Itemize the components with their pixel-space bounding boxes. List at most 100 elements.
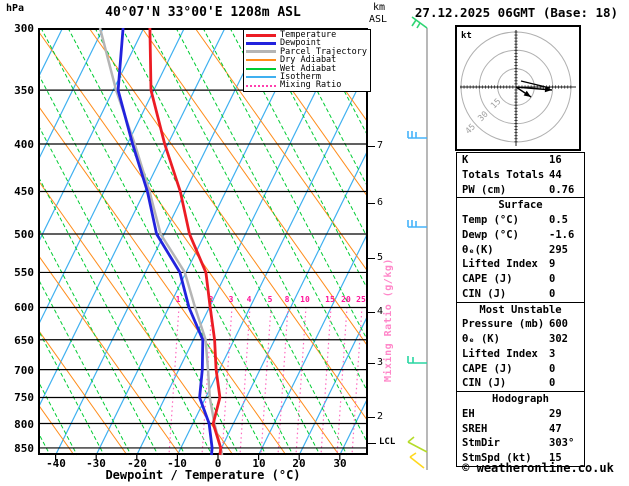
legend-sample-5 (246, 76, 276, 79)
table-row: Lifted Index 9 (457, 257, 584, 272)
table-row: Pressure (mb) 600 (457, 317, 584, 332)
legend-sample-1 (246, 42, 276, 46)
legend-line (246, 76, 276, 79)
dry-adiabat-line (38, 328, 128, 456)
pressure-tick-label: 350 (14, 84, 34, 97)
mixing-ratio-line (336, 306, 348, 456)
table-section: Most Unstable Pressure (mb) 600 θₑ (K) 302 Li… (457, 301, 584, 392)
wind-barb (416, 22, 421, 29)
wet-adiabat-line (38, 226, 159, 456)
table-row-value: 9 (549, 258, 556, 271)
table-section: Surface Temp (°C) 0.5 Dewp (°C) -1.6 θₑ(K) 295… (457, 197, 584, 301)
table-row-value: 302 (549, 333, 568, 345)
mixing-ratio-value-label: 8 (285, 295, 290, 304)
legend-sample-4 (246, 67, 276, 70)
table-row: SREH 47 (457, 422, 584, 437)
wet-adiabat-line (229, 28, 368, 291)
skewt-chart: 1 2 3 4 5 8 10 15 20 25 (38, 28, 368, 460)
hodograph-unit-label: kt (461, 31, 472, 41)
table-section: Hodograph EH 29 SREH 47 StmDir 303° StmSpd (kt)… (457, 391, 584, 466)
wind-barb (409, 452, 417, 458)
pressure-tick-label: 400 (14, 138, 34, 151)
wind-barb (407, 436, 415, 443)
legend-line (246, 84, 276, 87)
table-row-value: 600 (549, 318, 568, 331)
legend-sample-2 (246, 50, 276, 54)
wet-adiabat-line (202, 28, 368, 343)
table-row-value: 295 (549, 243, 568, 256)
km-tick-label: 7 (377, 140, 384, 151)
mixing-ratio-value-label: 10 (300, 295, 310, 304)
legend-sample-3 (246, 59, 276, 62)
km-tick (368, 417, 375, 418)
hodograph: kt153045 (455, 25, 581, 151)
legend-sample-0 (246, 33, 276, 37)
dry-adiabat-line (38, 254, 181, 456)
legend-item: Mixing Ratio (246, 81, 368, 90)
pressure-tick-label: 750 (14, 391, 34, 404)
table-row-value: 0.76 (549, 183, 575, 196)
table-row-value: 44 (549, 168, 562, 181)
pressure-tick-label: 700 (14, 364, 34, 377)
isotherm-line (38, 28, 226, 410)
wet-adiabat-line (94, 28, 321, 456)
wet-adiabat-line (38, 174, 186, 456)
table-row-label: PW (cm) (462, 183, 507, 196)
table-row: K 16 (457, 153, 584, 168)
pressure-tick-label: 850 (14, 442, 34, 455)
table-section-header: Hodograph (492, 393, 549, 405)
mixing-ratio-axis-label: Mixing Ratio (g/kg) (383, 258, 394, 382)
legend-line (246, 50, 276, 54)
table-row: Totals Totals 44 (457, 168, 584, 183)
table-row-label: Temp (°C) (462, 214, 519, 226)
mixing-ratio-value-label: 25 (356, 295, 366, 304)
wind-barb (411, 19, 417, 27)
pressure-tick-label: 650 (14, 334, 34, 347)
pressure-unit-label: hPa (6, 3, 25, 14)
mixing-ratio-line (295, 306, 307, 456)
km-tick (368, 363, 375, 364)
table-row: CIN (J) 0 (457, 287, 584, 302)
table-row: CAPE (J) 0 (457, 362, 584, 377)
mixing-ratio-value-label: 4 (247, 295, 252, 304)
mixing-ratio-value-label: 15 (325, 295, 335, 304)
table-row-label: Dewp (°C) (462, 228, 519, 241)
table-section-header: Surface (498, 199, 543, 212)
table-row-value: 0 (549, 287, 556, 300)
table-row-value: 3 (549, 347, 556, 360)
table-row: StmDir 303° (457, 436, 584, 451)
table-row-value: 0 (549, 377, 556, 390)
x-axis-label: Dewpoint / Temperature (°C) (105, 468, 301, 482)
wet-adiabat-line (148, 28, 368, 445)
table-section-header: Most Unstable (479, 303, 562, 316)
isotherm-line (176, 66, 368, 456)
mixing-ratio-line (168, 306, 180, 456)
table-row-value: 303° (549, 437, 575, 450)
skewt-sounding-page: hPa 40°07'N 33°00'E 1208m ASL km ASL 27.… (0, 0, 629, 486)
indices-table: K 16 Totals Totals 44 PW (cm) 0.76 Surface Temp… (456, 152, 585, 467)
wet-adiabat-line (310, 28, 368, 138)
barb-850hpa (407, 441, 428, 453)
km-tick (368, 203, 375, 204)
lcl-label: LCL (379, 437, 396, 447)
table-row: EH 29 (457, 407, 584, 422)
dry-adiabat-line (300, 28, 368, 124)
table-row-value: 47 (549, 422, 562, 435)
legend-sample-6 (246, 84, 276, 87)
mixing-ratio-value-label: 1 (176, 295, 181, 304)
table-row: Temp (°C) 0.5 (457, 213, 584, 228)
table-row-value: 0 (549, 273, 556, 285)
page-title: 40°07'N 33°00'E 1208m ASL (105, 5, 301, 20)
km-tick (368, 258, 375, 259)
table-row-value: 0 (549, 362, 556, 375)
table-row-value: 29 (549, 407, 562, 420)
table-row-label: θₑ(K) (462, 243, 494, 256)
table-row: PW (cm) 0.76 (457, 183, 584, 198)
table-row-label: Totals Totals (462, 168, 545, 181)
table-row: Lifted Index 3 (457, 347, 584, 362)
legend-line (246, 59, 276, 62)
mixing-ratio-value-label: 20 (341, 295, 351, 304)
alt-unit-asl: ASL (369, 14, 388, 25)
table-row-value: 0.5 (549, 214, 568, 226)
pressure-tick-label: 550 (14, 266, 34, 279)
